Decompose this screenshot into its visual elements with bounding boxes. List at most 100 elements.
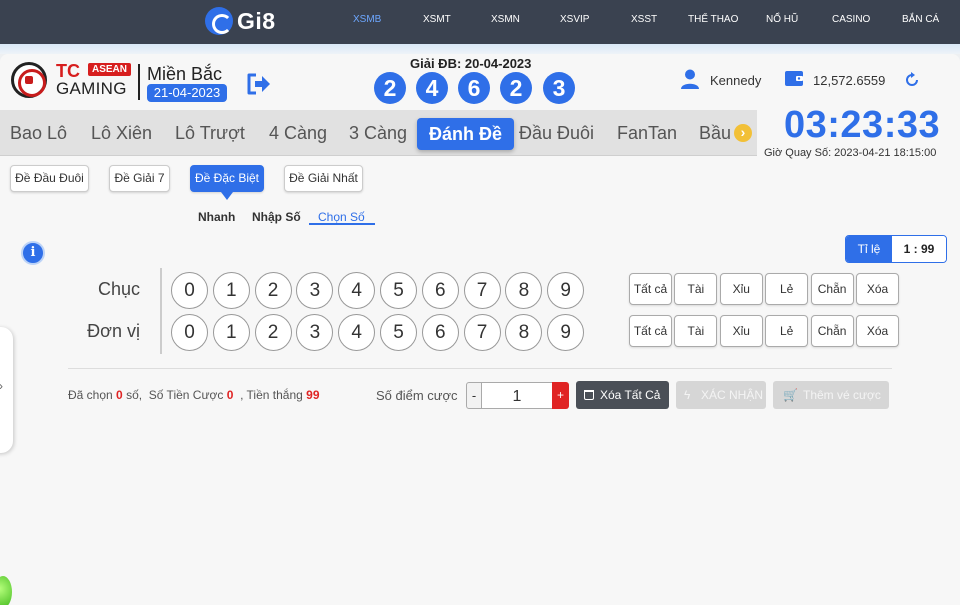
nav-casino[interactable]: CASINO	[832, 14, 870, 25]
tc-gaming-seal-icon	[11, 62, 47, 98]
tab-bau[interactable]: Bầu	[699, 123, 731, 144]
cart-icon: 🛒	[783, 388, 798, 402]
number-ball[interactable]: 9	[547, 314, 585, 351]
quick-select-button[interactable]: Tài	[674, 315, 718, 347]
mode-nhap-so[interactable]: Nhập Số	[252, 210, 301, 224]
mode-underline	[309, 223, 375, 225]
number-ball[interactable]: 5	[380, 272, 417, 309]
game-tabs: Bao Lô Lô Xiên Lô Trượt 4 Càng 3 Càng Đá…	[0, 110, 757, 156]
username: Kennedy	[710, 73, 762, 88]
nav-xsst[interactable]: XSST	[631, 14, 657, 25]
tab-lo-xien[interactable]: Lô Xiên	[91, 123, 152, 144]
decrement-button[interactable]: -	[466, 382, 482, 409]
top-nav: Gi8 XSMB XSMT XSMN XSVIP XSST THỂ THAO N…	[0, 0, 960, 44]
nav-no-hu[interactable]: NỔ HŨ	[766, 14, 798, 25]
number-ball[interactable]: 6	[421, 314, 459, 351]
quick-select-button[interactable]: Tất cả	[629, 273, 672, 305]
tab-lo-truot[interactable]: Lô Trượt	[175, 123, 245, 144]
region-date: 21-04-2023	[147, 84, 227, 102]
number-ball[interactable]: 9	[547, 272, 585, 309]
odds-value: 1 : 99	[892, 236, 946, 262]
nav-strip	[0, 44, 960, 54]
nav-xsmb[interactable]: XSMB	[353, 14, 381, 25]
result-digit: 2	[500, 72, 532, 104]
subtab-de-dac-biet[interactable]: Đề Đặc Biệt	[190, 165, 264, 192]
tab-4-cang[interactable]: 4 Càng	[269, 123, 327, 144]
nav-ban-ca[interactable]: BẮN CÁ	[902, 14, 939, 25]
mode-nhanh[interactable]: Nhanh	[198, 210, 235, 224]
logo-gaming: GAMING	[56, 79, 127, 98]
user-icon	[681, 69, 699, 89]
logout-icon[interactable]	[246, 72, 272, 96]
odds-box: Tỉ lệ 1 : 99	[845, 235, 947, 263]
brand-name: Gi8	[237, 7, 276, 34]
number-ball[interactable]: 5	[380, 314, 417, 351]
confirm-button[interactable]: ϟ XÁC NHẬN	[676, 381, 766, 409]
side-drawer-handle[interactable]: ›	[0, 327, 13, 453]
number-ball[interactable]: 4	[338, 314, 376, 351]
chevron-right-icon[interactable]: ›	[734, 124, 752, 142]
subtab-de-giai-7[interactable]: Đề Giải 7	[109, 165, 170, 192]
selected-label: Đã chọn	[68, 388, 113, 402]
tab-bao-lo[interactable]: Bao Lô	[10, 123, 67, 144]
win-value: 99	[306, 388, 320, 402]
balance-amount: 12,572.6559	[813, 73, 886, 88]
quick-select-button[interactable]: Tất cả	[629, 315, 672, 347]
nav-the-thao[interactable]: THỂ THAO	[688, 14, 738, 25]
nav-xsvip[interactable]: XSVIP	[560, 14, 589, 25]
row-divider	[160, 268, 162, 354]
logo-divider	[138, 64, 140, 100]
result-digit: 3	[543, 72, 575, 104]
chevron-right-icon: ›	[0, 379, 3, 393]
info-icon[interactable]: i	[21, 241, 45, 265]
quick-select-button[interactable]: Chẵn	[810, 273, 854, 305]
number-ball[interactable]: 2	[254, 314, 292, 351]
number-ball[interactable]: 4	[338, 272, 376, 309]
add-ticket-label: Thêm vé cược	[803, 388, 881, 402]
add-ticket-button[interactable]: 🛒 Thêm vé cược	[773, 381, 889, 409]
row-label-don-vi: Đơn vị	[87, 321, 140, 341]
tab-danh-de[interactable]: Đánh Đề	[417, 118, 515, 150]
number-ball[interactable]: 6	[421, 272, 459, 309]
quick-select-button[interactable]: Xỉu	[719, 315, 763, 347]
brand-logo[interactable]: Gi8	[205, 6, 276, 36]
number-ball[interactable]: 1	[212, 272, 250, 309]
quick-select-button[interactable]: Lẻ	[765, 273, 809, 305]
quick-select-button[interactable]: Tài	[674, 273, 718, 305]
mode-chon-so[interactable]: Chọn Số	[318, 210, 365, 224]
draw-time: Giờ Quay Số: 2023-04-21 18:15:00	[764, 147, 937, 159]
number-ball[interactable]: 2	[254, 272, 292, 309]
row-label-chuc: Chục	[97, 279, 140, 299]
special-prize-title: Giải ĐB: 20-04-2023	[410, 56, 532, 71]
subtab-de-giai-nhat[interactable]: Đề Giải Nhất	[284, 165, 363, 192]
number-ball[interactable]: 7	[463, 314, 501, 351]
quick-select-button[interactable]: Xóa	[856, 315, 899, 347]
nav-xsmn[interactable]: XSMN	[491, 14, 520, 25]
trash-icon	[584, 390, 594, 400]
quick-select-button[interactable]: Lẻ	[765, 315, 809, 347]
quick-select-button[interactable]: Xỉu	[719, 273, 763, 305]
number-ball[interactable]: 7	[463, 272, 501, 309]
selected-count: 0	[116, 388, 123, 402]
quick-select-button[interactable]: Xóa	[856, 273, 899, 305]
subtab-pointer	[221, 192, 233, 200]
number-ball[interactable]: 1	[212, 314, 250, 351]
quick-select-button[interactable]: Chẵn	[810, 315, 854, 347]
nav-xsmt[interactable]: XSMT	[423, 14, 451, 25]
subtab-de-dau-duoi[interactable]: Đề Đầu Đuôi	[10, 165, 89, 192]
tab-3-cang[interactable]: 3 Càng	[349, 123, 407, 144]
tab-dau-duoi[interactable]: Đầu Đuôi	[519, 123, 594, 144]
result-digit: 2	[374, 72, 406, 104]
clear-all-button[interactable]: Xóa Tất Cả	[576, 381, 669, 409]
number-ball[interactable]: 0	[171, 314, 208, 351]
points-input[interactable]: 1	[482, 382, 552, 409]
points-stepper: - 1 +	[466, 382, 569, 409]
confirm-label: XÁC NHẬN	[701, 388, 764, 402]
selected-suffix: số,	[126, 388, 143, 402]
number-ball[interactable]: 0	[171, 272, 208, 309]
money-value: 0	[226, 388, 234, 402]
tab-fantan[interactable]: FanTan	[617, 123, 677, 144]
logo-asean: ASEAN	[88, 63, 132, 76]
refresh-icon[interactable]	[904, 72, 920, 88]
increment-button[interactable]: +	[552, 382, 569, 409]
